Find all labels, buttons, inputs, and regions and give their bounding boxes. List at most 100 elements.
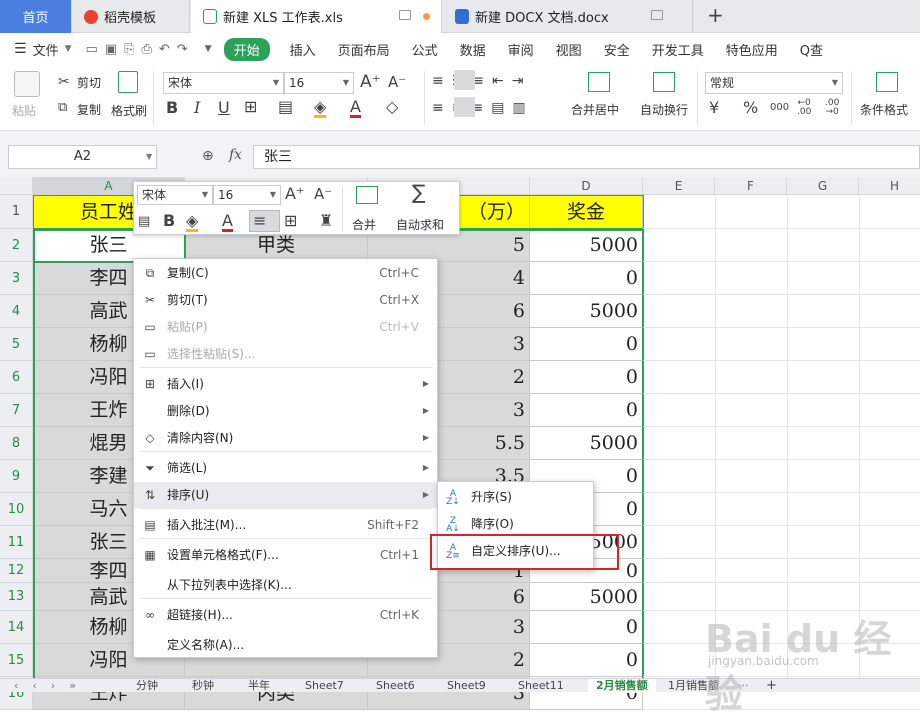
format-painter-icon[interactable]	[118, 71, 138, 93]
vertical-align-icons[interactable]: ≡☰≡⇤⇥	[432, 73, 552, 89]
tab-template[interactable]: 稻壳模板	[72, 0, 190, 33]
row-header[interactable]: 12	[0, 559, 33, 583]
column-header-f[interactable]: F	[715, 177, 787, 195]
row-header[interactable]: 5	[0, 328, 33, 361]
search-button[interactable]: Q查	[800, 40, 823, 59]
column-header-e[interactable]: E	[643, 177, 715, 195]
copy-button[interactable]: 复制	[77, 101, 101, 118]
column-header-d[interactable]: D	[530, 177, 643, 195]
row-header[interactable]: 2	[0, 229, 33, 262]
align-center-button[interactable]: ≡	[249, 210, 280, 232]
sheet-tab[interactable]: Sheet9	[447, 679, 486, 693]
sum-icon[interactable]: ∑	[412, 182, 425, 202]
conditional-format-button[interactable]: 条件格式	[860, 101, 908, 118]
increase-font-icon[interactable]: A⁺	[285, 186, 304, 202]
context-menu-item[interactable]: ⏷ 筛选(L) ▶	[134, 455, 437, 481]
column-header-g[interactable]: G	[787, 177, 859, 195]
context-menu-item[interactable]: ⇅ 排序(U) ▶	[134, 482, 437, 508]
context-menu-item[interactable]: ▭ 选择性粘贴(S)...	[134, 341, 437, 367]
decrease-font-icon[interactable]: A⁻	[314, 186, 332, 202]
sheet-tab[interactable]: Sheet6	[376, 679, 415, 693]
font-name-select[interactable]: 宋体 ▼	[163, 72, 284, 94]
window-icon[interactable]	[651, 10, 663, 20]
name-box[interactable]: A2	[8, 145, 157, 169]
context-menu-item[interactable]: 从下拉列表中选择(K)...	[134, 572, 437, 598]
cell-bonus[interactable]: 0	[530, 644, 643, 677]
conditional-format-icon[interactable]	[876, 72, 898, 92]
header-cell-bonus[interactable]: 奖金	[530, 195, 643, 229]
tab-data[interactable]: 数据	[460, 40, 486, 59]
paste-icon[interactable]	[14, 71, 40, 97]
context-menu-item[interactable]: 定义名称(A)...	[134, 632, 437, 658]
formula-input[interactable]: 张三	[253, 145, 920, 169]
fill-color-icon[interactable]: ◈	[186, 213, 199, 232]
sheet-tab[interactable]: Sheet7	[305, 679, 344, 693]
hamburger-icon[interactable]: ☰	[14, 41, 27, 57]
thousands-icon[interactable]: 000	[770, 100, 789, 116]
border-icon[interactable]: ⊞	[244, 99, 257, 115]
tab-docx-document[interactable]: 新建 DOCX 文档.docx	[443, 0, 693, 33]
tab-home[interactable]: 首页	[0, 0, 72, 33]
sheet-tab[interactable]: 秒钟	[192, 679, 214, 693]
cell-bonus[interactable]: 5000	[530, 229, 643, 262]
row-header[interactable]: 14	[0, 611, 33, 644]
merge-icon[interactable]	[356, 186, 378, 204]
clear-format-icon[interactable]: ◇	[386, 99, 398, 115]
align-center-selected[interactable]	[454, 97, 475, 117]
percent-icon[interactable]: %	[743, 100, 758, 116]
tab-xls-document[interactable]: 新建 XLS 工作表.xls	[191, 0, 442, 33]
mini-merge-button[interactable]: 合并	[352, 216, 376, 233]
row-header[interactable]: 13	[0, 583, 33, 611]
italic-icon[interactable]: I	[194, 100, 200, 116]
tab-security[interactable]: 安全	[604, 40, 630, 59]
pattern-fill-icon[interactable]: ▤	[278, 99, 293, 115]
currency-icon[interactable]: ¥	[709, 100, 719, 116]
cell-bonus[interactable]: 0	[530, 262, 643, 295]
wrap-text-icon[interactable]	[653, 72, 675, 92]
column-header-h[interactable]: H	[859, 177, 920, 195]
scissors-icon[interactable]: ✂	[58, 74, 70, 90]
row-header[interactable]: 1	[0, 195, 33, 229]
sheet-nav-arrows-icon[interactable]: ‹‹›»	[14, 679, 90, 693]
tab-page-layout[interactable]: 页面布局	[338, 40, 390, 59]
context-menu-item[interactable]: ▭ 粘贴(P) Ctrl+V	[134, 314, 437, 340]
context-menu-item[interactable]: ⧉ 复制(C) Ctrl+C	[134, 260, 437, 286]
tab-special[interactable]: 特色应用	[726, 40, 778, 59]
cell-bonus[interactable]: 0	[530, 394, 643, 427]
bold-icon[interactable]: B	[163, 213, 175, 229]
context-menu-item[interactable]: ▦ 设置单元格格式(F)... Ctrl+1	[134, 542, 437, 568]
quick-access-chevron-icon[interactable]: ▼	[205, 44, 212, 54]
context-menu-item[interactable]: ◇ 清除内容(N) ▶	[134, 425, 437, 451]
row-header[interactable]: 11	[0, 526, 33, 559]
row-header[interactable]: 9	[0, 460, 33, 493]
function-icon[interactable]: fx	[229, 147, 242, 163]
format-painter-icon[interactable]: ♜	[319, 213, 333, 229]
cell-bonus[interactable]: 5000	[530, 295, 643, 328]
font-size-select[interactable]: 16 ▼	[284, 72, 354, 94]
increase-font-icon[interactable]: A⁺	[360, 74, 381, 91]
zoom-icon[interactable]: ⊕	[202, 148, 214, 164]
border-icon[interactable]: ⊞	[284, 213, 297, 229]
paste-label[interactable]: 粘贴	[12, 102, 36, 119]
fill-color-icon[interactable]: ◈	[314, 99, 327, 118]
row-header[interactable]: 10	[0, 493, 33, 526]
cell-bonus[interactable]: 0	[530, 611, 643, 644]
merge-center-icon[interactable]	[588, 72, 610, 92]
tab-view[interactable]: 视图	[556, 40, 582, 59]
tab-formula[interactable]: 公式	[412, 40, 438, 59]
tab-insert[interactable]: 插入	[290, 40, 316, 59]
window-icon[interactable]	[399, 10, 411, 20]
row-header[interactable]: 3	[0, 262, 33, 295]
cell-bonus[interactable]: 0	[530, 361, 643, 394]
context-menu-item[interactable]: ✂ 剪切(T) Ctrl+X	[134, 287, 437, 313]
cell-bonus[interactable]: 5000	[530, 583, 643, 611]
sheet-tab[interactable]: Sheet11	[518, 679, 564, 693]
cell-bonus[interactable]: 5000	[530, 427, 643, 460]
row-header[interactable]: 7	[0, 394, 33, 427]
underline-icon[interactable]: U	[218, 100, 230, 116]
sheet-tab[interactable]: 分钟	[136, 679, 158, 693]
chevron-down-icon[interactable]: ▼	[65, 44, 72, 54]
format-painter-button[interactable]: 格式刷	[111, 102, 147, 119]
bold-icon[interactable]: B	[166, 100, 178, 116]
context-menu-item[interactable]: 删除(D) ▶	[134, 398, 437, 424]
